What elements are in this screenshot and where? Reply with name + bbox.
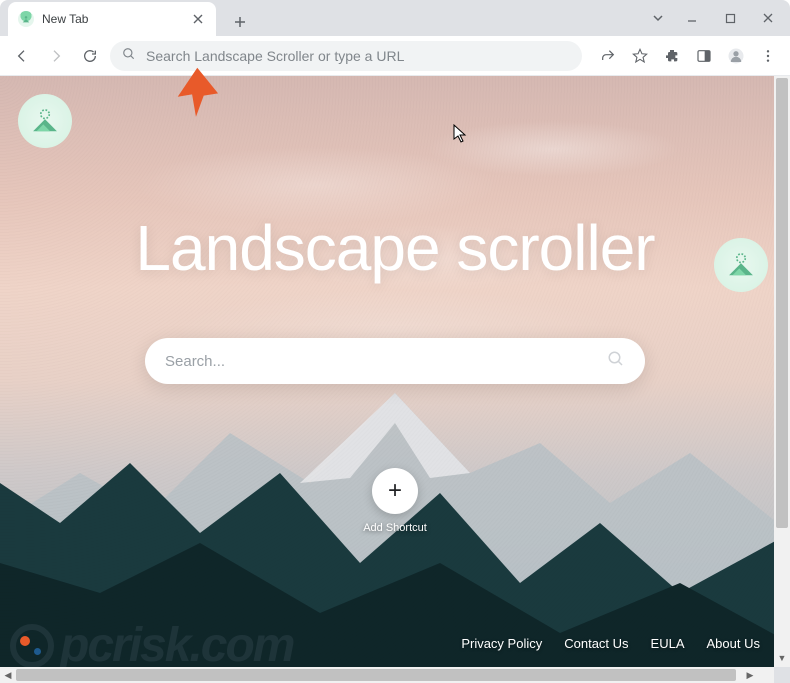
add-shortcut-button[interactable]: + Add Shortcut bbox=[355, 468, 435, 534]
profile-icon[interactable] bbox=[722, 42, 750, 70]
search-icon bbox=[122, 47, 136, 64]
share-icon[interactable] bbox=[594, 42, 622, 70]
footer-link-privacy[interactable]: Privacy Policy bbox=[461, 636, 542, 651]
extensions-icon[interactable] bbox=[658, 42, 686, 70]
globe-icon bbox=[10, 624, 54, 668]
scrollbar-thumb[interactable] bbox=[776, 78, 788, 528]
sidepanel-icon[interactable] bbox=[690, 42, 718, 70]
search-submit-icon[interactable] bbox=[607, 350, 625, 373]
horizontal-scrollbar[interactable]: ◀ ▶ bbox=[0, 667, 774, 683]
menu-icon[interactable] bbox=[754, 42, 782, 70]
footer-link-about[interactable]: About Us bbox=[707, 636, 760, 651]
scroll-corner bbox=[774, 667, 790, 683]
page-headline: Landscape scroller bbox=[0, 211, 790, 285]
footer-links: Privacy Policy Contact Us EULA About Us bbox=[461, 636, 760, 651]
omnibox-input[interactable] bbox=[146, 48, 570, 64]
scroll-left-icon[interactable]: ◀ bbox=[0, 667, 16, 683]
back-button[interactable] bbox=[8, 42, 36, 70]
omnibox[interactable] bbox=[110, 41, 582, 71]
scroll-right-icon[interactable]: ▶ bbox=[742, 667, 758, 683]
vertical-scrollbar[interactable]: ▲ ▼ bbox=[774, 76, 790, 683]
browser-tab[interactable]: New Tab bbox=[8, 2, 216, 36]
reload-button[interactable] bbox=[76, 42, 104, 70]
logo-badge-top bbox=[18, 94, 72, 148]
tab-close-icon[interactable] bbox=[190, 11, 206, 27]
tab-strip: New Tab bbox=[0, 0, 790, 36]
page-search[interactable] bbox=[145, 338, 645, 384]
new-tab-button[interactable] bbox=[226, 8, 254, 36]
add-shortcut-label: Add Shortcut bbox=[355, 522, 435, 534]
close-window-button[interactable] bbox=[750, 3, 786, 33]
maximize-button[interactable] bbox=[712, 3, 748, 33]
minimize-button[interactable] bbox=[674, 3, 710, 33]
plus-icon: + bbox=[372, 468, 418, 514]
browser-toolbar bbox=[0, 36, 790, 76]
browser-chrome: New Tab bbox=[0, 0, 790, 76]
bookmark-icon[interactable] bbox=[626, 42, 654, 70]
footer-link-eula[interactable]: EULA bbox=[651, 636, 685, 651]
window-controls bbox=[644, 0, 786, 36]
forward-button[interactable] bbox=[42, 42, 70, 70]
favicon-icon bbox=[18, 11, 34, 27]
logo-badge-right bbox=[714, 238, 768, 292]
scroll-down-icon[interactable]: ▼ bbox=[774, 650, 790, 666]
scrollbar-h-thumb[interactable] bbox=[16, 669, 736, 681]
page-content: Landscape scroller + Add Shortcut Privac… bbox=[0, 76, 790, 683]
tab-search-icon[interactable] bbox=[644, 3, 672, 33]
page-search-input[interactable] bbox=[165, 353, 607, 370]
tab-title: New Tab bbox=[42, 12, 182, 26]
watermark: pcrisk.com bbox=[10, 618, 293, 673]
footer-link-contact[interactable]: Contact Us bbox=[564, 636, 628, 651]
watermark-text: pcrisk.com bbox=[60, 618, 293, 673]
